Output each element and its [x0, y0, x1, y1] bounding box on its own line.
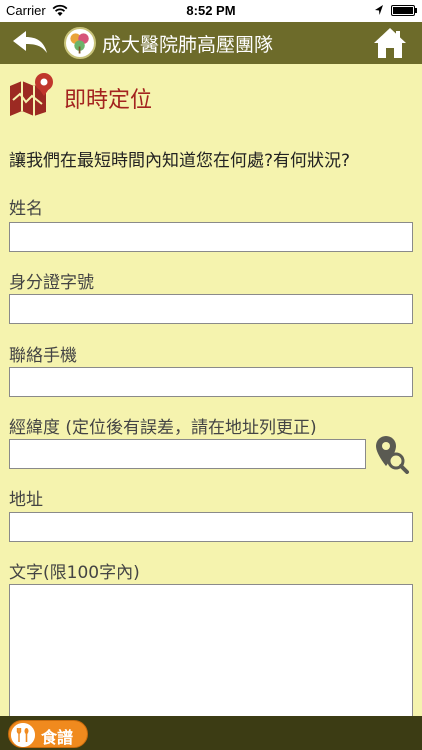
section-title: 即時定位: [64, 88, 153, 113]
nav-title: 成大醫院肺高壓團隊: [102, 34, 274, 56]
id-number-label: 身分證字號: [9, 273, 94, 293]
map-pin-icon: [10, 73, 53, 116]
nav-bar: 成大醫院肺高壓團隊: [0, 22, 422, 64]
address-label: 地址: [9, 490, 43, 510]
address-field[interactable]: [9, 512, 413, 542]
bottom-bar: 食譜: [0, 716, 422, 750]
logo-emblem-icon: [70, 33, 89, 54]
name-label: 姓名: [9, 199, 43, 219]
phone-field[interactable]: [9, 367, 413, 397]
message-textarea[interactable]: [9, 584, 413, 718]
fork-spoon-icon: [11, 723, 35, 747]
status-time: 8:52 PM: [186, 3, 236, 18]
phone-label: 聯絡手機: [9, 346, 77, 366]
section-header: 即時定位: [8, 72, 308, 116]
location-arrow-icon: [375, 5, 383, 15]
back-arrow-icon[interactable]: [10, 28, 50, 58]
coordinates-field[interactable]: [9, 439, 366, 469]
status-bar: Carrier 8:52 PM: [0, 0, 422, 22]
id-number-field[interactable]: [9, 294, 413, 324]
battery-icon: [391, 5, 415, 16]
locate-search-icon[interactable]: [374, 434, 410, 474]
home-icon[interactable]: [372, 26, 408, 60]
hospital-logo: [64, 27, 96, 59]
message-label: 文字(限100字內): [9, 563, 140, 583]
coordinates-label: 經緯度 (定位後有誤差，請在地址列更正): [9, 418, 317, 438]
battery-tip: [415, 8, 417, 13]
recipe-label: 食譜: [41, 728, 74, 747]
recipe-button[interactable]: 食譜: [8, 720, 88, 748]
location-prompt: 讓我們在最短時間內知道您在何處?有何狀況?: [9, 151, 351, 171]
name-field[interactable]: [9, 222, 413, 252]
